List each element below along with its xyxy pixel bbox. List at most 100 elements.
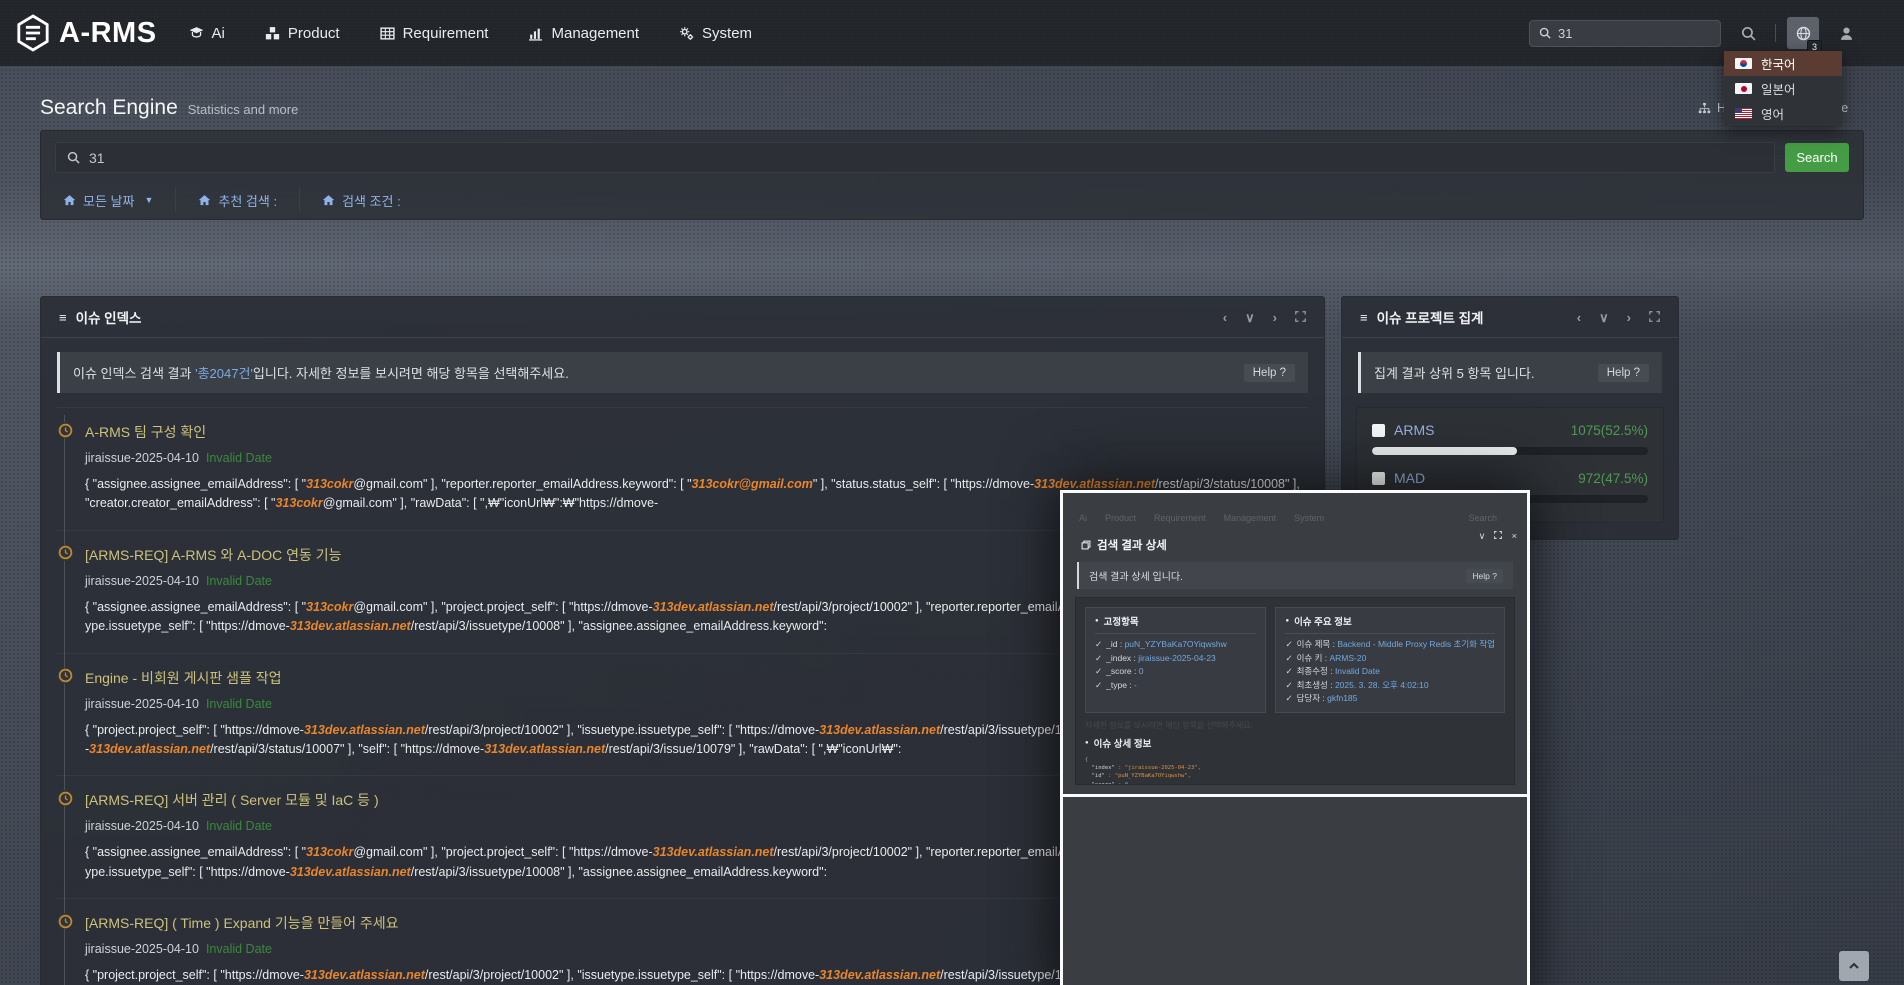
- nav-label: Product: [288, 25, 340, 42]
- nav-item-system[interactable]: System: [679, 25, 752, 42]
- bullet-icon: ●: [1285, 618, 1289, 624]
- divider: [1775, 24, 1776, 42]
- main-menu: Ai Product Requirement Management System: [189, 25, 753, 42]
- app-logo[interactable]: A-RMS: [16, 14, 157, 52]
- issue-field-row: ✓이슈 제목 : Backend - Middle Proxy Redis 초기…: [1285, 638, 1495, 652]
- issue-field-row: ✓이슈 키 : ARMS-20: [1285, 652, 1495, 666]
- close-icon[interactable]: ×: [1511, 531, 1517, 542]
- window-controls: ∨ ×: [1478, 531, 1517, 542]
- issue-title[interactable]: A-RMS 팀 구성 확인: [85, 422, 1308, 442]
- expand-icon[interactable]: [1494, 531, 1502, 542]
- nav-label: System: [702, 25, 752, 42]
- agg-value: 1075(52.5%): [1571, 423, 1648, 438]
- fixed-field-row: ✓_score : 0: [1095, 665, 1256, 679]
- search-input-value: 31: [89, 150, 105, 166]
- navbar-search-input[interactable]: 31: [1529, 20, 1721, 47]
- globe-icon: [1796, 26, 1811, 41]
- nav-item-product[interactable]: Product: [265, 25, 340, 42]
- search-term-highlight: 313cokr@gmail.com: [692, 477, 813, 491]
- fixed-field-row: ✓_id : puN_YZYBaKa7OYiqwshw: [1095, 638, 1256, 652]
- check-icon: ✓: [1285, 639, 1292, 649]
- nav-label: Management: [551, 25, 639, 42]
- divider: [41, 337, 1324, 338]
- detail-screenshot: AiProductRequirementManagementSystemSear…: [1063, 493, 1527, 797]
- chevron-right-icon[interactable]: ›: [1627, 311, 1631, 324]
- chevron-right-icon[interactable]: ›: [1273, 311, 1277, 324]
- issue-index-panel-header: ≡ 이슈 인덱스 ‹ ∨ ›: [41, 297, 1324, 337]
- chevron-down-icon[interactable]: ∨: [1245, 311, 1255, 324]
- agg-label: MAD: [1394, 470, 1425, 486]
- clock-icon: [57, 913, 73, 929]
- lang-item-japanese[interactable]: 일본어: [1724, 76, 1842, 101]
- progress-fill: [1372, 447, 1517, 455]
- issue-field-row: ✓담당자 : gkfn185: [1285, 692, 1495, 706]
- search-icon: [67, 151, 80, 164]
- search-icon: [1539, 27, 1551, 39]
- search-submit-button[interactable]: Search: [1785, 143, 1849, 172]
- filter-suggested-search[interactable]: 추천 검색 :: [175, 188, 299, 212]
- language-button[interactable]: 3: [1787, 17, 1819, 49]
- checkbox[interactable]: [1372, 472, 1385, 485]
- fixed-field-row: ✓_index : jiraissue-2025-04-23: [1095, 652, 1256, 666]
- detail-content: ●고정항목 ✓_id : puN_YZYBaKa7OYiqwshw✓_index…: [1075, 597, 1515, 785]
- person-icon: [1839, 26, 1854, 41]
- expand-icon[interactable]: [1649, 311, 1660, 324]
- ghost-navbar: AiProductRequirementManagementSystemSear…: [1063, 513, 1527, 523]
- expand-icon[interactable]: [1295, 311, 1306, 324]
- user-button[interactable]: [1830, 17, 1862, 49]
- search-term-highlight: 313dev.atlassian.net: [304, 723, 425, 737]
- language-menu: 한국어 일본어 영어: [1724, 51, 1842, 126]
- ghost-nav-item: Management: [1224, 513, 1277, 523]
- check-icon: ✓: [1095, 680, 1102, 690]
- search-input[interactable]: 31: [55, 142, 1775, 173]
- filter-row: 모든 날짜 ▼ 추천 검색 : 검색 조건 :: [55, 181, 1849, 219]
- bar-chart-icon: [528, 26, 543, 41]
- lang-item-korean[interactable]: 한국어: [1724, 51, 1842, 76]
- progress-track: [1372, 447, 1648, 455]
- help-button[interactable]: Help ?: [1244, 364, 1295, 382]
- check-icon: ✓: [1285, 653, 1292, 663]
- chevron-down-icon[interactable]: ∨: [1599, 311, 1609, 324]
- search-term-highlight: 313cokr: [306, 477, 353, 491]
- issue-detail-json: { "index" : "jiraissue-2025-04-23", "id"…: [1085, 756, 1505, 785]
- search-term-highlight: 313dev.atlassian.net: [304, 968, 425, 982]
- agg-row-arms: ARMS 1075(52.5%): [1372, 422, 1648, 438]
- nav-item-requirement[interactable]: Requirement: [380, 25, 489, 42]
- filter-label: 추천 검색 :: [218, 191, 277, 210]
- cogs-icon: [679, 26, 694, 41]
- lang-label: 한국어: [1761, 54, 1796, 73]
- search-term-highlight: 313dev.atlassian.net: [290, 865, 411, 879]
- check-icon: ✓: [1285, 680, 1292, 690]
- filter-search-condition[interactable]: 검색 조건 :: [299, 188, 423, 212]
- search-term-highlight: 313dev.atlassian.net: [484, 742, 605, 756]
- agg-value: 972(47.5%): [1578, 471, 1648, 486]
- panel-controls: ‹ ∨ ›: [1223, 311, 1306, 324]
- clock-icon: [57, 790, 73, 806]
- hamburger-icon: ≡: [59, 310, 67, 325]
- panel-title: ≡ 이슈 인덱스: [59, 307, 141, 327]
- checkbox[interactable]: [1372, 424, 1385, 437]
- project-agg-panel-header: ≡ 이슈 프로젝트 집계 ‹ ∨ ›: [1342, 297, 1678, 337]
- lang-item-english[interactable]: 영어: [1724, 101, 1842, 126]
- scroll-top-button[interactable]: [1839, 951, 1869, 981]
- nav-item-ai[interactable]: Ai: [189, 25, 225, 42]
- minimize-icon[interactable]: ∨: [1478, 531, 1485, 542]
- home-icon: [63, 194, 76, 207]
- help-button[interactable]: Help ?: [1598, 364, 1649, 382]
- search-term-highlight: 313dev.atlassian.net: [1034, 477, 1155, 491]
- bullet-icon: ●: [1085, 740, 1089, 746]
- search-button[interactable]: [1732, 17, 1764, 49]
- nav-item-management[interactable]: Management: [528, 25, 639, 42]
- ghost-search: Search: [1468, 513, 1497, 523]
- ghost-nav-item: System: [1294, 513, 1324, 523]
- table-icon: [380, 26, 395, 41]
- navbar-search-value: 31: [1558, 26, 1572, 41]
- filter-all-dates[interactable]: 모든 날짜 ▼: [55, 188, 175, 212]
- help-button[interactable]: Help ?: [1466, 569, 1503, 583]
- check-icon: ✓: [1095, 639, 1102, 649]
- chevron-left-icon[interactable]: ‹: [1577, 311, 1581, 324]
- lang-label: 일본어: [1761, 79, 1796, 98]
- chevron-left-icon[interactable]: ‹: [1223, 311, 1227, 324]
- page-subtitle: Statistics and more: [188, 102, 299, 117]
- clock-icon: [57, 668, 73, 684]
